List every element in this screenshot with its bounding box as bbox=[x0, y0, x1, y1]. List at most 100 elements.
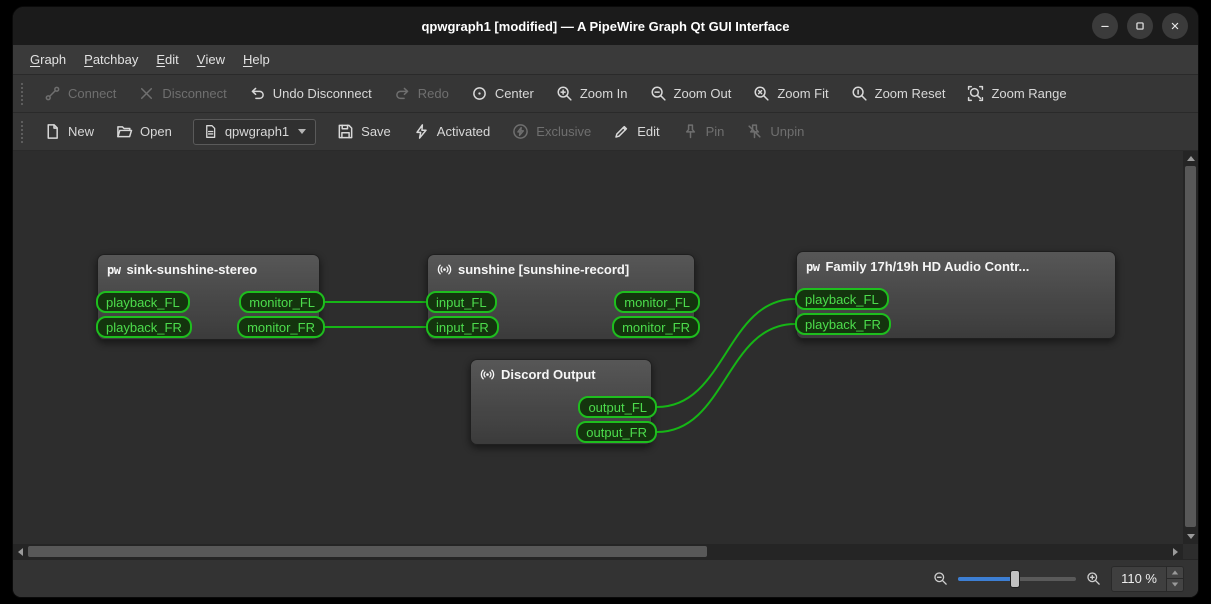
port-input_FR[interactable]: input_FR bbox=[426, 316, 499, 338]
toolbar-button-label: Activated bbox=[436, 124, 491, 139]
port-monitor_FR[interactable]: monitor_FR bbox=[237, 316, 325, 338]
menu-edit[interactable]: Edit bbox=[147, 45, 187, 74]
connection-edge[interactable] bbox=[656, 323, 796, 433]
port-playback_FR[interactable]: playback_FR bbox=[96, 316, 192, 338]
canvas-area: pw sink-sunshine-stereo playback_FL playbac… bbox=[13, 151, 1198, 559]
toolbar-button-save[interactable]: Save bbox=[326, 113, 402, 150]
unpin-icon bbox=[746, 123, 763, 140]
menubar: Graph Patchbay Edit View Help bbox=[13, 45, 1198, 75]
scroll-left-arrow[interactable] bbox=[13, 544, 28, 559]
toolbar-button-label: Pin bbox=[705, 124, 725, 139]
vertical-scrollbar[interactable] bbox=[1183, 151, 1198, 544]
toolbar-drag-handle[interactable] bbox=[21, 120, 29, 143]
horizontal-scrollbar[interactable] bbox=[13, 544, 1183, 559]
statusbar: 110 % bbox=[13, 559, 1198, 597]
close-button[interactable] bbox=[1162, 13, 1188, 39]
menu-help[interactable]: Help bbox=[234, 45, 279, 74]
exclusive-icon bbox=[512, 123, 529, 140]
toolbar-button-label: New bbox=[68, 124, 95, 139]
pipewire-icon: pw bbox=[806, 259, 820, 274]
center-icon bbox=[471, 85, 488, 102]
port-input_FL[interactable]: input_FL bbox=[426, 291, 497, 313]
port-monitor_FL[interactable]: monitor_FL bbox=[239, 291, 325, 313]
patchbay-combobox[interactable]: qpwgraph1 bbox=[192, 118, 317, 145]
edit-icon bbox=[613, 123, 630, 140]
connection-edges-layer bbox=[324, 298, 796, 433]
port-playback_FR[interactable]: playback_FR bbox=[795, 313, 891, 335]
graph-node-discord[interactable]: Discord Output output_FL output_FR bbox=[470, 359, 657, 445]
app-window: qpwgraph1 [modified] — A PipeWire Graph … bbox=[12, 6, 1199, 598]
graph-canvas[interactable]: pw sink-sunshine-stereo playback_FL playbac… bbox=[13, 151, 1183, 544]
zoom-slider[interactable] bbox=[958, 569, 1077, 589]
menu-graph[interactable]: Graph bbox=[21, 45, 75, 74]
toolbar-button-zoom-range[interactable]: Zoom Range bbox=[956, 75, 1077, 112]
toolbar-button-label: Connect bbox=[68, 86, 117, 101]
menu-view[interactable]: View bbox=[188, 45, 234, 74]
toolbar-button-label: Open bbox=[140, 124, 172, 139]
toolbar-button-label: Edit bbox=[637, 124, 660, 139]
titlebar[interactable]: qpwgraph1 [modified] — A PipeWire Graph … bbox=[13, 7, 1198, 45]
maximize-icon bbox=[1133, 19, 1147, 33]
toolbar-button-label: Undo Disconnect bbox=[272, 86, 372, 101]
toolbar-button-new[interactable]: New bbox=[33, 113, 105, 150]
port-output_FR[interactable]: output_FR bbox=[576, 421, 657, 443]
zoom-spin-up-button[interactable] bbox=[1167, 566, 1183, 578]
toolbar-button-undo-disconnect[interactable]: Undo Disconnect bbox=[238, 75, 383, 112]
graph-node-sink[interactable]: pw sink-sunshine-stereo playback_FLplaybac… bbox=[96, 254, 325, 340]
activated-icon bbox=[413, 123, 430, 140]
desktop: qpwgraph1 [modified] — A PipeWire Graph … bbox=[0, 0, 1211, 604]
zoom-spin-down-button[interactable] bbox=[1167, 578, 1183, 591]
toolbar-button-zoom-in[interactable]: Zoom In bbox=[545, 75, 639, 112]
pin-icon bbox=[682, 123, 699, 140]
port-playback_FL[interactable]: playback_FL bbox=[96, 291, 190, 313]
node-title: pw Family 17h/19h HD Audio Contr... bbox=[797, 252, 1115, 281]
node-title: Discord Output bbox=[471, 360, 651, 389]
toolbar-button-open[interactable]: Open bbox=[105, 113, 183, 150]
node-title: sunshine [sunshine-record] bbox=[428, 255, 694, 284]
zoom-slider-handle[interactable] bbox=[1009, 569, 1020, 588]
zoom-out-icon[interactable] bbox=[933, 571, 948, 586]
toolbar-button-label: Center bbox=[494, 86, 534, 101]
toolbar-main: Connect Disconnect Undo Disconnect Redo Cent… bbox=[13, 75, 1198, 113]
pipewire-icon: pw bbox=[107, 262, 121, 277]
graph-node-sunshine[interactable]: sunshine [sunshine-record] input_FL input_… bbox=[426, 254, 700, 340]
zoom-in-icon[interactable] bbox=[1086, 571, 1101, 586]
node-title-text: Discord Output bbox=[501, 367, 596, 382]
menu-patchbay[interactable]: Patchbay bbox=[75, 45, 147, 74]
toolbar-button-label: Zoom In bbox=[579, 86, 628, 101]
node-title-text: sink-sunshine-stereo bbox=[126, 262, 258, 277]
toolbar-drag-handle[interactable] bbox=[21, 82, 29, 105]
toolbar-button-label: Zoom Out bbox=[673, 86, 732, 101]
scrollbar-corner bbox=[1183, 544, 1198, 559]
port-monitor_FR[interactable]: monitor_FR bbox=[612, 316, 700, 338]
scroll-right-arrow[interactable] bbox=[1168, 544, 1183, 559]
node-title: pw sink-sunshine-stereo bbox=[98, 255, 319, 284]
port-output_FL[interactable]: output_FL bbox=[578, 396, 657, 418]
toolbar-button-edit[interactable]: Edit bbox=[602, 113, 670, 150]
node-title-text: sunshine [sunshine-record] bbox=[458, 262, 630, 277]
toolbar-patchbay: New Open qpwgraph1 Save Activated Exclusive Ed… bbox=[13, 113, 1198, 151]
toolbar-button-label: Disconnect bbox=[162, 86, 227, 101]
toolbar-button-zoom-reset[interactable]: Zoom Reset bbox=[840, 75, 957, 112]
toolbar-button-activated[interactable]: Activated bbox=[402, 113, 501, 150]
toolbar-button-zoom-out[interactable]: Zoom Out bbox=[639, 75, 743, 112]
port-playback_FL[interactable]: playback_FL bbox=[795, 288, 889, 310]
vertical-scrollbar-thumb[interactable] bbox=[1185, 166, 1196, 527]
toolbar-button-zoom-fit[interactable]: Zoom Fit bbox=[742, 75, 839, 112]
zoom-value: 110 % bbox=[1121, 571, 1157, 586]
zoom-spinbox[interactable]: 110 % bbox=[1111, 565, 1184, 592]
graph-node-family[interactable]: pw Family 17h/19h HD Audio Contr... playba… bbox=[795, 251, 1116, 339]
new-file-icon bbox=[44, 123, 61, 140]
zoom-fit-icon bbox=[753, 85, 770, 102]
minimize-button[interactable] bbox=[1092, 13, 1118, 39]
toolbar-button-center[interactable]: Center bbox=[460, 75, 545, 112]
port-monitor_FL[interactable]: monitor_FL bbox=[614, 291, 700, 313]
scroll-down-arrow[interactable] bbox=[1183, 529, 1198, 544]
toolbar-button-connect: Connect bbox=[33, 75, 127, 112]
window-controls bbox=[1092, 7, 1188, 45]
minimize-icon bbox=[1098, 19, 1112, 33]
horizontal-scrollbar-thumb[interactable] bbox=[28, 546, 707, 557]
zoom-range-icon bbox=[967, 85, 984, 102]
maximize-button[interactable] bbox=[1127, 13, 1153, 39]
scroll-up-arrow[interactable] bbox=[1183, 151, 1198, 166]
